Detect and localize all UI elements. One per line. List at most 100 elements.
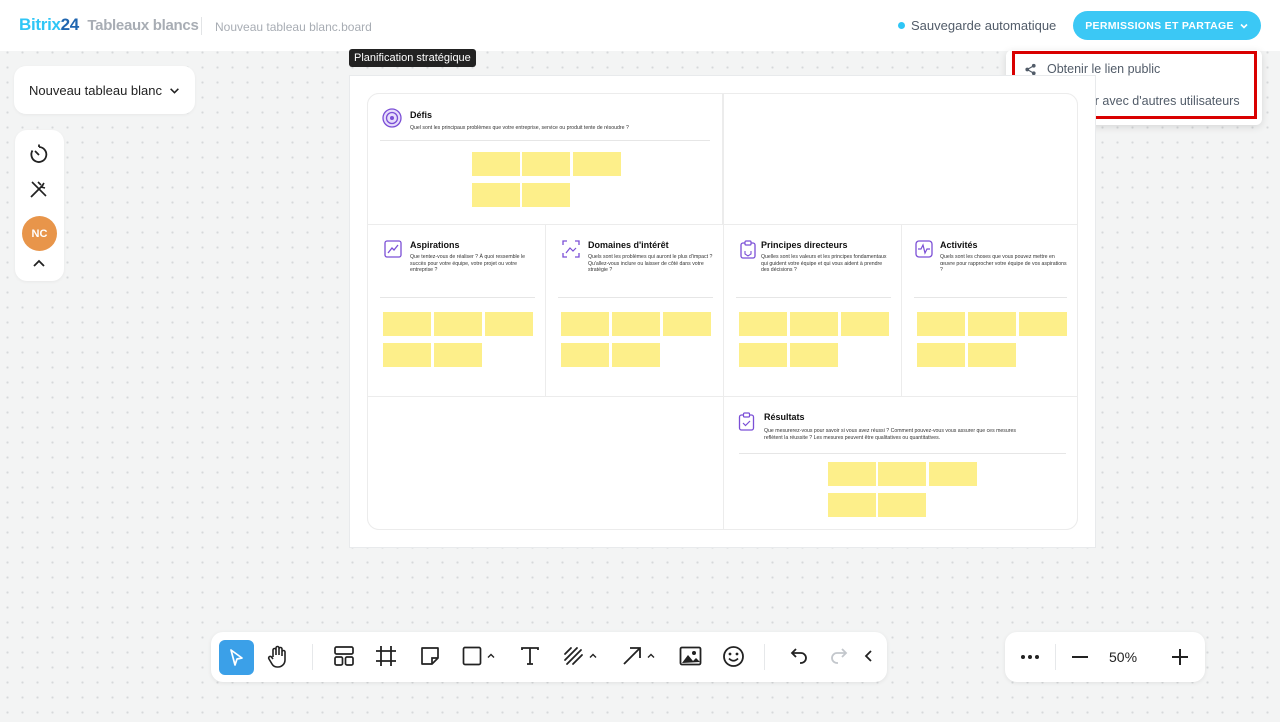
sticky-note[interactable] bbox=[522, 152, 570, 176]
share-icon bbox=[1025, 63, 1036, 75]
emoji-tool-button[interactable] bbox=[722, 645, 745, 668]
card-title: Domaines d'intérêt bbox=[588, 240, 669, 250]
card-activites[interactable]: Activités Quels sont les choses que vous… bbox=[901, 224, 1078, 397]
sticky-note[interactable] bbox=[1019, 312, 1067, 336]
sticky-note[interactable] bbox=[383, 343, 431, 367]
chevron-up-icon[interactable] bbox=[588, 651, 598, 661]
zoom-in-icon[interactable] bbox=[1170, 647, 1190, 667]
arrow-icon bbox=[623, 647, 641, 665]
sticky-note[interactable] bbox=[917, 312, 965, 336]
avatar[interactable]: NC bbox=[22, 216, 57, 251]
sticky-note[interactable] bbox=[739, 312, 787, 336]
sticky-note[interactable] bbox=[828, 493, 876, 517]
sticky-note[interactable] bbox=[573, 152, 621, 176]
card-description: Quels sont les problèmes qui auront le p… bbox=[588, 254, 713, 273]
timer-icon[interactable] bbox=[28, 143, 50, 165]
card-title: Activités bbox=[940, 240, 978, 250]
sticky-note[interactable] bbox=[383, 312, 431, 336]
card-defis[interactable]: Défis Quel sont les principaux problèmes… bbox=[367, 93, 723, 225]
bitrix24-logo[interactable]: Bitrix24 Tableaux blancs bbox=[19, 15, 199, 35]
sticky-note[interactable] bbox=[878, 462, 926, 486]
sticky-note[interactable] bbox=[434, 343, 482, 367]
chevron-up-icon[interactable] bbox=[28, 257, 50, 271]
autosave-status: Sauvegarde automatique bbox=[898, 18, 1056, 33]
pen-scribble-icon bbox=[564, 647, 583, 665]
divider bbox=[914, 297, 1067, 298]
sticky-note[interactable] bbox=[612, 312, 660, 336]
redo-button[interactable] bbox=[829, 645, 851, 667]
left-tool-panel: NC bbox=[15, 130, 64, 281]
text-tool-button[interactable] bbox=[519, 645, 541, 667]
hand-tool-button[interactable] bbox=[267, 645, 290, 669]
sticky-note[interactable] bbox=[561, 343, 609, 367]
more-options-icon[interactable] bbox=[1019, 650, 1041, 664]
card-title: Résultats bbox=[764, 412, 805, 422]
sticky-note[interactable] bbox=[929, 462, 977, 486]
product-name: Tableaux blancs bbox=[87, 17, 199, 34]
square-shape-icon bbox=[462, 646, 482, 666]
frame-label[interactable]: Planification stratégique bbox=[349, 49, 476, 67]
activity-icon bbox=[915, 240, 933, 258]
sticky-note[interactable] bbox=[968, 312, 1016, 336]
sticky-note[interactable] bbox=[917, 343, 965, 367]
card-description: Quelles sont les valeurs et les principe… bbox=[761, 254, 887, 273]
sticky-note-icon bbox=[421, 647, 439, 665]
card-description: Quel sont les principaux problèmes que v… bbox=[410, 125, 629, 131]
card-resultats[interactable]: Résultats Que mesurerez-vous pour savoir… bbox=[723, 396, 1078, 530]
sticky-note[interactable] bbox=[663, 312, 711, 336]
chevron-down-icon bbox=[1240, 23, 1248, 29]
laser-pointer-icon[interactable] bbox=[28, 178, 50, 200]
sticky-note[interactable] bbox=[878, 493, 926, 517]
card-domaines[interactable]: Domaines d'intérêt Quels sont les problè… bbox=[545, 224, 724, 397]
toolbar-divider bbox=[764, 644, 765, 670]
sticky-note[interactable] bbox=[968, 343, 1016, 367]
top-bar: Bitrix24 Tableaux blancs Nouveau tableau… bbox=[0, 0, 1280, 51]
chevron-down-icon bbox=[170, 87, 179, 94]
sticky-note[interactable] bbox=[841, 312, 889, 336]
clipboard-check-icon bbox=[738, 412, 755, 431]
frame-tool-button[interactable] bbox=[375, 645, 397, 667]
hand-icon bbox=[267, 645, 286, 668]
board-title-dropdown[interactable]: Nouveau tableau blanc bbox=[14, 66, 195, 114]
shape-tool-button[interactable] bbox=[461, 645, 496, 667]
permissions-share-button[interactable]: PERMISSIONS ET PARTAGE bbox=[1073, 11, 1261, 40]
target-icon bbox=[382, 108, 402, 128]
sticky-note[interactable] bbox=[472, 183, 520, 207]
clipboard-shield-icon bbox=[740, 240, 756, 259]
sticky-note[interactable] bbox=[739, 343, 787, 367]
arrow-tool-button[interactable] bbox=[621, 645, 656, 667]
card-principes[interactable]: Principes directeurs Quelles sont les va… bbox=[723, 224, 902, 397]
sticky-note-tool-button[interactable] bbox=[419, 645, 441, 667]
image-tool-button[interactable] bbox=[679, 645, 702, 667]
collapse-toolbar-button[interactable] bbox=[863, 645, 875, 667]
sticky-note[interactable] bbox=[828, 462, 876, 486]
card-title: Principes directeurs bbox=[761, 240, 848, 250]
zoom-level[interactable]: 50% bbox=[1109, 649, 1137, 665]
board-title-text: Nouveau tableau blanc bbox=[29, 82, 162, 98]
strategic-planning-frame[interactable]: Défis Quel sont les principaux problèmes… bbox=[349, 75, 1096, 548]
undo-button[interactable] bbox=[787, 645, 809, 667]
sticky-note[interactable] bbox=[790, 343, 838, 367]
sticky-note[interactable] bbox=[434, 312, 482, 336]
cursor-icon bbox=[230, 649, 243, 666]
zoom-out-icon[interactable] bbox=[1070, 648, 1090, 666]
chevron-up-icon[interactable] bbox=[646, 651, 656, 661]
pen-tool-button[interactable] bbox=[562, 645, 598, 667]
template-tool-button[interactable] bbox=[333, 645, 355, 667]
frame-icon bbox=[376, 646, 396, 666]
sticky-note[interactable] bbox=[485, 312, 533, 336]
card-description: Que tentez-vous de réaliser ? À quoi res… bbox=[410, 254, 526, 273]
sticky-note[interactable] bbox=[561, 312, 609, 336]
sticky-note[interactable] bbox=[472, 152, 520, 176]
chevron-up-icon[interactable] bbox=[486, 651, 496, 661]
card-title: Aspirations bbox=[410, 240, 460, 250]
sticky-note[interactable] bbox=[522, 183, 570, 207]
sticky-note[interactable] bbox=[612, 343, 660, 367]
divider bbox=[380, 297, 535, 298]
bottom-toolbar bbox=[211, 632, 887, 682]
select-tool-button[interactable] bbox=[219, 640, 254, 675]
card-aspirations[interactable]: Aspirations Que tentez-vous de réaliser … bbox=[367, 224, 546, 397]
image-icon bbox=[679, 646, 702, 666]
sticky-note[interactable] bbox=[790, 312, 838, 336]
image-focus-icon bbox=[562, 240, 580, 258]
